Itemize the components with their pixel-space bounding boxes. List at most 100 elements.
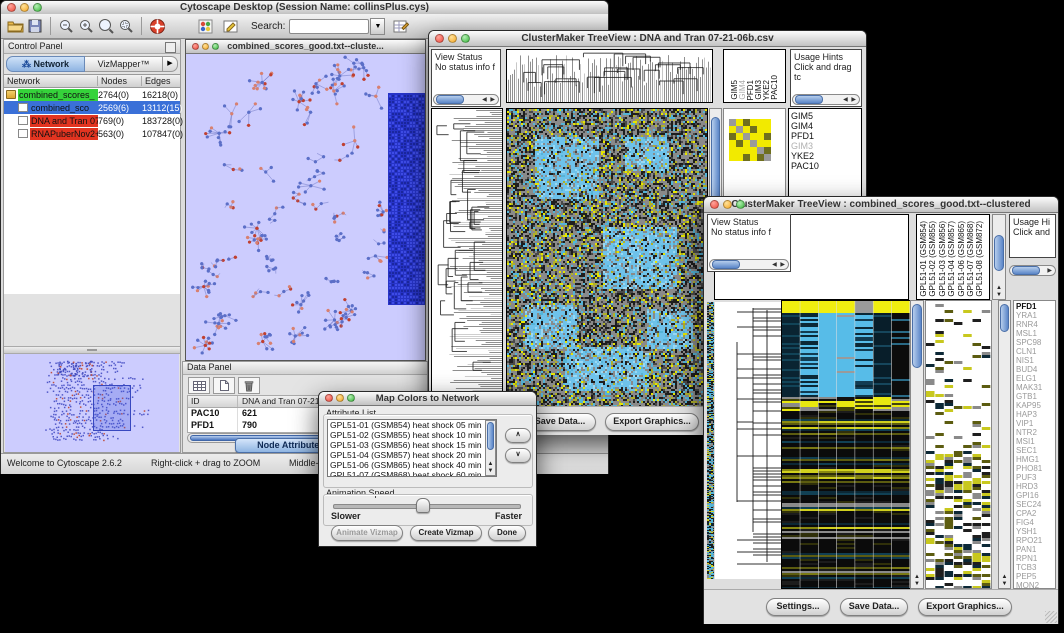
tab-network[interactable]: ⁂ Network (6, 56, 85, 72)
attribute-item[interactable]: GPL51-07 (GSM868) heat shock 60 min (328, 470, 496, 477)
tv2-global-strip[interactable] (707, 302, 714, 579)
close-button[interactable] (435, 34, 444, 43)
dialog-title: Map Colors to Network (376, 393, 479, 404)
scroll-arrows[interactable]: ▲▼ (993, 285, 1005, 299)
tv2-row-dendrogram[interactable] (715, 302, 781, 579)
vizmap-icon[interactable] (195, 17, 215, 36)
speed-slider-thumb[interactable] (416, 498, 430, 513)
main-window-title: Cytoscape Desktop (Session Name: collins… (180, 2, 429, 13)
network-tab-icon: ⁂ (22, 59, 31, 69)
zoom-selected-icon[interactable] (116, 17, 136, 36)
col-id[interactable]: ID (188, 396, 238, 407)
attribute-select-icon[interactable] (188, 377, 210, 394)
tv2-status-scrollbar[interactable]: ◀ ▶ (709, 259, 789, 270)
tv1-status-scrollbar[interactable]: ◀ ▶ (433, 94, 499, 105)
attribute-item[interactable]: GPL51-01 (GSM854) heat shock 05 min (328, 420, 496, 430)
attribute-item[interactable]: GPL51-06 (GSM865) heat shock 40 min (328, 460, 496, 470)
tv2-hints-scrollbar[interactable]: ▶ (1009, 265, 1056, 276)
new-attribute-icon[interactable] (213, 377, 235, 394)
zoom-button[interactable] (736, 200, 745, 209)
resize-grip[interactable] (1045, 611, 1057, 623)
overview-viewport-rect[interactable] (93, 385, 131, 431)
attribute-item[interactable]: GPL51-02 (GSM855) heat shock 10 min (328, 430, 496, 440)
close-button[interactable] (325, 394, 333, 402)
close-button[interactable] (7, 3, 16, 12)
network-row[interactable]: combined_sco 2569(6) 13112(15) (4, 101, 180, 114)
minimize-button[interactable] (448, 34, 457, 43)
save-data-button[interactable]: Save Data... (840, 598, 908, 616)
search-input[interactable] (289, 19, 369, 34)
attribute-list-vscrollbar[interactable]: ▲▼ (485, 420, 496, 476)
treeview1-titlebar[interactable]: ClusterMaker TreeView : DNA and Tran 07-… (429, 31, 866, 47)
gene-label: GIM3 (789, 141, 861, 151)
move-up-button[interactable]: ∧ (505, 428, 531, 443)
tv1-column-dendrogram[interactable] (506, 49, 713, 103)
network-edges: 13112(15) (142, 103, 182, 113)
export-graphics-button[interactable]: Export Graphics... (605, 413, 699, 431)
scroll-arrows[interactable]: ◀ ▶ (482, 95, 498, 105)
tv2-zoom-view[interactable] (925, 300, 992, 589)
minimize-button[interactable] (20, 3, 29, 12)
export-graphics-button[interactable]: Export Graphics... (918, 598, 1012, 616)
treeview2-titlebar[interactable]: ClusterMaker TreeView : combined_scores_… (704, 197, 1058, 213)
zoom-button[interactable] (33, 3, 42, 12)
scroll-arrows[interactable]: ◀ ▶ (843, 95, 859, 105)
zoom-button[interactable] (461, 34, 470, 43)
gene-label: RPO21 (1014, 536, 1055, 545)
annotation-icon[interactable] (221, 17, 241, 36)
open-session-icon[interactable] (5, 17, 25, 36)
frame-zoom-button[interactable] (212, 43, 219, 50)
tv1-hints-scrollbar[interactable]: ◀ ▶ (792, 94, 860, 105)
tv2-genes-vscrollbar[interactable]: ▲▼ (998, 300, 1011, 589)
frame-close-button[interactable] (192, 43, 199, 50)
create-vizmap-button[interactable]: Create Vizmap (410, 525, 482, 541)
attribute-item[interactable]: GPL51-03 (GSM856) heat shock 15 min (328, 440, 496, 450)
attribute-item[interactable]: GPL51-04 (GSM857) heat shock 20 min (328, 450, 496, 460)
move-down-button[interactable]: ∨ (505, 448, 531, 463)
network-canvas[interactable] (186, 53, 425, 361)
network-row[interactable]: combined_scores_ 2764(0) 16218(0) (4, 88, 180, 101)
scroll-arrows[interactable]: ◀ ▶ (772, 260, 788, 270)
control-panel-title: Control Panel (8, 41, 63, 51)
network-row[interactable]: RNAPuberNov2+ 563(0) 107847(0) (4, 127, 180, 140)
done-button[interactable]: Done (488, 525, 526, 541)
network-row[interactable]: DNA and Tran 07 769(0) 183728(0) (4, 114, 180, 127)
tv2-heatmap[interactable] (781, 300, 911, 589)
float-panel-icon[interactable] (165, 42, 176, 53)
tab-vizmapper[interactable]: VizMapper™ (85, 56, 163, 72)
gene-label: GIM4 (789, 121, 861, 131)
main-titlebar[interactable]: Cytoscape Desktop (Session Name: collins… (1, 1, 608, 15)
scroll-arrows[interactable]: ▶ (1047, 267, 1055, 274)
tv1-row-dendrogram[interactable] (431, 108, 503, 408)
save-session-icon[interactable] (25, 17, 45, 36)
scroll-arrows[interactable]: ▲▼ (911, 574, 923, 588)
tv2-labels-vscrollbar[interactable]: ▲▼ (992, 214, 1006, 300)
settings-button[interactable]: Settings... (766, 598, 830, 616)
tv1-heatmap[interactable] (506, 108, 708, 408)
tab-overflow-button[interactable]: ▶ (163, 56, 178, 72)
minimize-button[interactable] (723, 200, 732, 209)
minimize-button[interactable] (336, 394, 344, 402)
zoom-out-icon[interactable] (56, 17, 76, 36)
table-edit-icon[interactable] (391, 17, 411, 36)
gene-label: YRA1 (1014, 311, 1055, 320)
scroll-arrows[interactable]: ▲▼ (999, 574, 1010, 588)
tv1-mini-matrix[interactable] (729, 119, 771, 161)
help-lifebuoy-icon[interactable] (147, 17, 167, 36)
gene-label: HMG1 (1014, 455, 1055, 464)
status-welcome: Welcome to Cytoscape 2.6.2 (7, 458, 122, 468)
search-dropdown-button[interactable]: ▼ (370, 18, 385, 35)
dialog-titlebar[interactable]: Map Colors to Network (319, 392, 536, 406)
close-button[interactable] (710, 200, 719, 209)
zoom-in-icon[interactable] (76, 17, 96, 36)
overview-canvas[interactable] (5, 354, 179, 452)
panel-divider[interactable] (4, 346, 180, 354)
delete-attribute-icon[interactable] (238, 377, 260, 394)
birds-eye-view[interactable] (5, 354, 179, 452)
scroll-arrows[interactable]: ▲▼ (486, 461, 495, 475)
tv2-heatmap-vscrollbar[interactable]: ▲▼ (910, 300, 924, 589)
animate-vizmap-button[interactable]: Animate Vizmap (331, 525, 403, 541)
frame-minimize-button[interactable] (202, 43, 209, 50)
zoom-button[interactable] (347, 394, 355, 402)
zoom-fit-icon[interactable] (96, 17, 116, 36)
